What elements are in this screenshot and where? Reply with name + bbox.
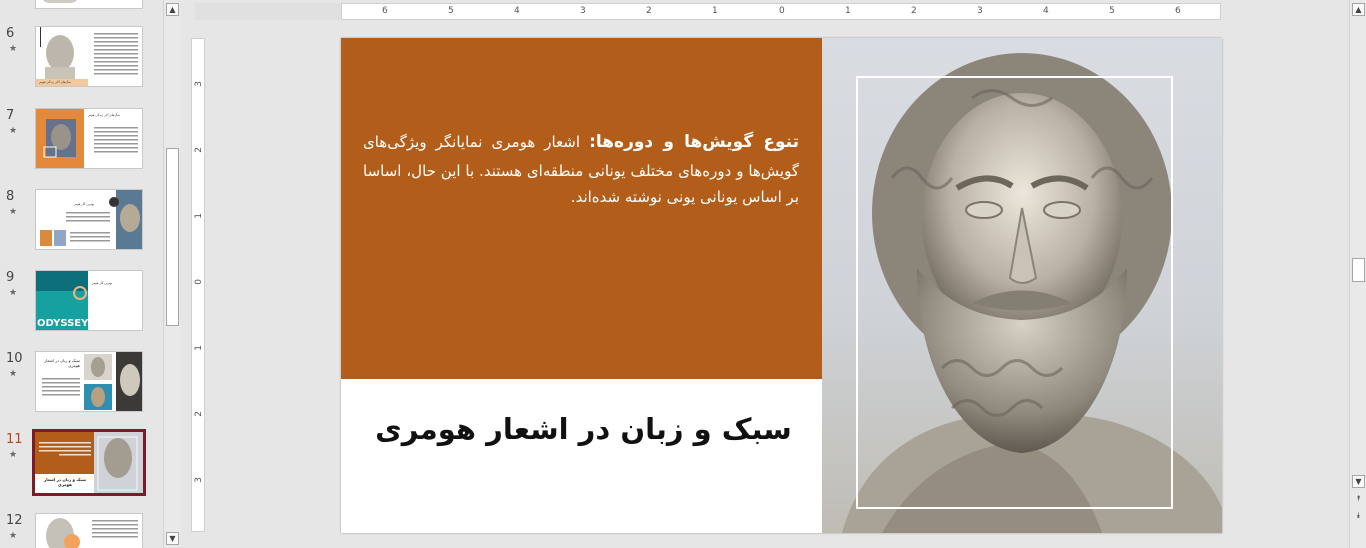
- previous-slide-icon: ⯭: [1356, 494, 1361, 503]
- cover-title: ODYSSEY: [37, 318, 89, 329]
- ruler-tick: 2: [194, 147, 204, 153]
- ruler-tick: 5: [448, 6, 454, 16]
- ruler-tick: 3: [194, 81, 204, 87]
- animation-star-icon: ★: [9, 126, 18, 136]
- ruler-tick: 2: [646, 6, 652, 16]
- ruler-tick: 4: [514, 6, 520, 16]
- thumbnail-image[interactable]: سال‌های آخر زندگی هومر: [35, 108, 143, 169]
- ruler-tick: 6: [382, 6, 388, 16]
- ruler-tick: 1: [712, 6, 718, 16]
- next-slide-button[interactable]: ⯯: [1352, 510, 1365, 523]
- thumbnail-caption: سال‌های آخر زندگی هومر: [39, 80, 71, 84]
- scroll-down-button[interactable]: ▼: [1352, 475, 1365, 488]
- thumbnail-caption: سبک و زبان در اشعار هومری: [44, 358, 80, 368]
- scroll-up-icon: ▲: [169, 5, 176, 14]
- ruler-tick: 0: [779, 6, 785, 16]
- slide-number: 12: [6, 513, 23, 528]
- thumbnail-image[interactable]: سال‌های آخر زندگی هومر: [35, 26, 143, 87]
- animation-star-icon: ★: [9, 531, 18, 541]
- horizontal-ruler[interactable]: 6 5 4 3 2 1 0 1 2 3 4 5 6: [341, 3, 1221, 20]
- scrollbar-thumb[interactable]: [166, 148, 179, 326]
- slide-number: 6: [6, 26, 15, 41]
- scroll-down-icon: ▼: [1355, 477, 1362, 486]
- body-text-box[interactable]: تنوع گویش‌ها و دوره‌ها: اشعار هومری نمای…: [363, 128, 799, 210]
- slide-number: 10: [6, 351, 23, 366]
- animation-star-icon: ★: [9, 450, 18, 460]
- thumbnail-caption: سبک و زبان در اشعار هومری: [43, 477, 87, 487]
- thumbnail-image[interactable]: [35, 513, 143, 548]
- ruler-tick: 6: [1175, 6, 1181, 16]
- ruler-tick: 1: [194, 345, 204, 351]
- thumbnail-image[interactable]: سبک و زبان در اشعار هومری: [32, 429, 146, 496]
- thumbnail-image[interactable]: ODYSSEY بهترین آثار هومر: [35, 270, 143, 331]
- slide-canvas[interactable]: تنوع گویش‌ها و دوره‌ها: اشعار هومری نمای…: [341, 38, 1222, 533]
- slide-thumbnail-panel[interactable]: 6 ★ سال‌های آخر زندگی هومر 7 ★: [0, 0, 163, 548]
- slide-number: 11: [6, 432, 23, 447]
- slide-number: 8: [6, 189, 15, 204]
- scrollbar-thumb[interactable]: [1352, 258, 1365, 282]
- slide-number: 9: [6, 270, 15, 285]
- powerpoint-window: 6 ★ سال‌های آخر زندگی هومر 7 ★: [0, 0, 1366, 548]
- ruler-tick: 3: [580, 6, 586, 16]
- scroll-up-button[interactable]: ▲: [166, 3, 179, 16]
- thumbnail-caption: سال‌های آخر زندگی هومر: [88, 113, 120, 117]
- animation-star-icon: ★: [9, 288, 18, 298]
- thumbnail-image[interactable]: سبک و زبان در اشعار هومری: [35, 351, 143, 412]
- animation-star-icon: ★: [9, 369, 18, 379]
- scroll-up-icon: ▲: [1355, 5, 1362, 14]
- slide-scrollbar[interactable]: ▲ ▼ ⯭ ⯯: [1349, 0, 1366, 548]
- thumbnail-image[interactable]: بهترین آثار هومر: [35, 189, 143, 250]
- body-heading: تنوع گویش‌ها و دوره‌ها:: [589, 132, 799, 152]
- slide-title[interactable]: سبک و زبان در اشعار هومری: [371, 404, 796, 455]
- scroll-up-button[interactable]: ▲: [1352, 3, 1365, 16]
- scroll-down-icon: ▼: [169, 534, 176, 543]
- ruler-tick: 5: [1109, 6, 1115, 16]
- vertical-ruler[interactable]: 3 2 1 0 1 2 3: [191, 38, 205, 532]
- animation-star-icon: ★: [9, 44, 18, 54]
- ruler-tick: 4: [1043, 6, 1049, 16]
- thumbnail-scrollbar[interactable]: ▲ ▼: [163, 0, 180, 548]
- ruler-tick: 1: [194, 213, 204, 219]
- thumbnail-image[interactable]: [35, 0, 143, 9]
- decorative-frame[interactable]: [856, 76, 1173, 509]
- ruler-tick: 3: [977, 6, 983, 16]
- ruler-tick: 0: [194, 279, 204, 285]
- text-background-block[interactable]: تنوع گویش‌ها و دوره‌ها: اشعار هومری نمای…: [341, 38, 822, 379]
- previous-slide-button[interactable]: ⯭: [1352, 493, 1365, 506]
- next-slide-icon: ⯯: [1356, 511, 1361, 520]
- thumbnail-caption: بهترین آثار هومر: [92, 281, 113, 285]
- ruler-tick: 1: [845, 6, 851, 16]
- animation-star-icon: ★: [9, 207, 18, 217]
- ruler-tick: 2: [194, 411, 204, 417]
- ruler-tick: 3: [194, 477, 204, 483]
- scroll-down-button[interactable]: ▼: [166, 532, 179, 545]
- ruler-tick: 2: [911, 6, 917, 16]
- slide-number: 7: [6, 108, 15, 123]
- ruler-margin: [195, 3, 341, 20]
- thumbnail-caption: بهترین آثار هومر: [74, 202, 95, 206]
